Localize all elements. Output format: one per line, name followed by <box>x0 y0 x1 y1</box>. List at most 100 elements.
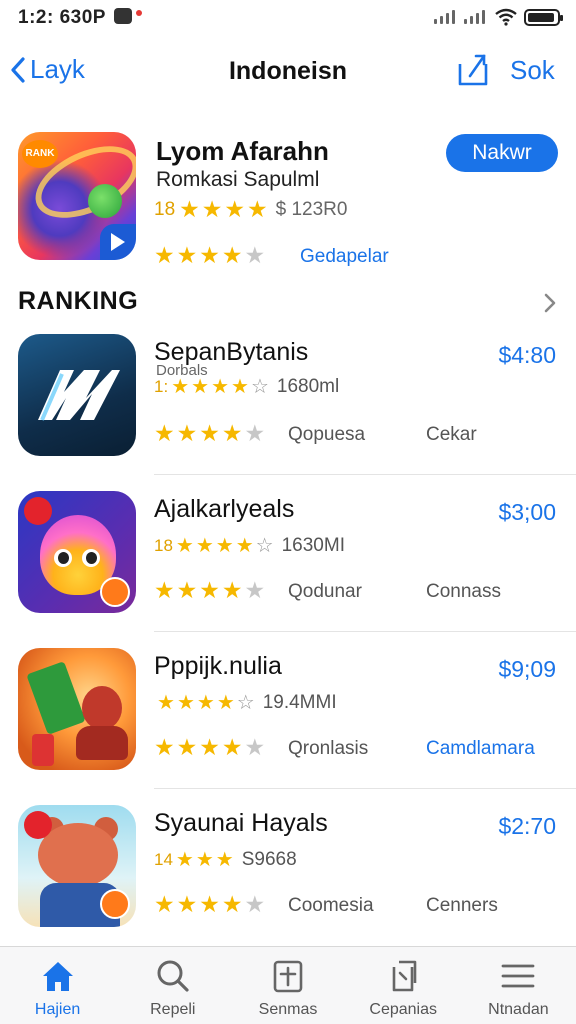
badge-icon <box>24 811 52 839</box>
star-icon: ★ <box>154 577 175 603</box>
app-subcategory[interactable]: Camdlamara <box>426 738 535 760</box>
star-icon: ★ <box>176 577 198 603</box>
battery-icon <box>524 9 563 26</box>
play-icon <box>100 224 136 260</box>
app-meta: ★ ★ ★ ★ ☆ 19.4MMI <box>154 692 337 714</box>
star-icon: ★ <box>221 734 243 760</box>
app-meta: 1: ★ ★ ★ ★ ☆ 1680ml <box>154 376 339 398</box>
list-item[interactable]: SepanBytanis Dorbals 1: ★ ★ ★ ★ ☆ 1680ml ★ ★ ★… <box>0 330 576 487</box>
star-icon: ★ <box>224 196 246 222</box>
app-meta: 18 ★ ★ ★ ★ ☆ 1630MI <box>154 535 345 557</box>
rank-tag-icon: RANK <box>22 140 58 168</box>
app-icon[interactable] <box>18 334 136 456</box>
star-rating: ★ ★ ★ ★ <box>179 198 268 221</box>
star-icon: ★ <box>221 420 243 446</box>
tab-search[interactable]: Repeli <box>115 947 230 1024</box>
app-category[interactable]: Gedapelar <box>300 246 389 268</box>
rating-count: 18 <box>154 198 176 220</box>
app-size: S9668 <box>241 849 297 870</box>
tab-label: Repeli <box>150 1001 196 1018</box>
star-icon: ★ <box>157 692 175 714</box>
star-icon: ★ <box>195 849 214 871</box>
app-name: Lyom Afarahn <box>156 136 329 166</box>
star-icon: ★ <box>175 535 194 557</box>
star-icon: ★ <box>201 196 223 222</box>
star-icon: ★ <box>196 692 215 714</box>
star-half-icon: ☆ <box>236 692 255 714</box>
star-half-icon: ☆ <box>255 535 274 557</box>
app-meta: 18 ★ ★ ★ ★ $ 123R0 <box>154 198 347 221</box>
nav-bar: Layk Indoneisn Sok <box>0 40 576 104</box>
star-icon: ★ <box>175 849 194 871</box>
app-category: Qronlasis <box>288 738 369 759</box>
copy-icon <box>392 960 417 992</box>
wifi-icon <box>495 8 517 26</box>
star-rating: ★ ★ ★ ★ ★ <box>154 736 265 759</box>
character-icon <box>82 686 122 730</box>
badge-icon <box>100 577 130 607</box>
list-item[interactable]: Pppijk.nulia ★ ★ ★ ★ ☆ 19.4MMI ★ ★ ★ ★ ★ Qronlas… <box>0 644 576 801</box>
star-rating: ★ ★ ★ ★ ★ <box>154 422 265 445</box>
app-icon[interactable] <box>18 491 136 613</box>
list-item[interactable]: Syaunai Hayals 14 ★ ★ ★ S9668 ★ ★ ★ ★ ★ Coomes… <box>0 801 576 958</box>
tab-menu[interactable]: Ntnadan <box>461 947 576 1024</box>
price-button[interactable]: $4:80 <box>498 342 556 369</box>
star-icon: ★ <box>199 420 220 446</box>
section-title: RANKING <box>18 287 139 315</box>
price-button[interactable]: $2:70 <box>498 813 556 840</box>
list-item[interactable]: Ajalkarlyeals 18 ★ ★ ★ ★ ☆ 1630MI ★ ★ ★ ★ ★ Qodu… <box>0 487 576 644</box>
alert-dot-icon <box>136 10 142 16</box>
star-icon: ★ <box>215 535 234 557</box>
app-subcategory: Cenners <box>426 895 498 916</box>
star-rating: ★ ★ ★ ★ ★ <box>154 244 265 267</box>
tab-copy[interactable]: Cepanias <box>346 947 461 1024</box>
star-icon: ★ <box>221 242 243 268</box>
spray-can-icon <box>32 734 54 766</box>
menu-icon <box>502 964 535 988</box>
star-icon: ★ <box>199 734 220 760</box>
tab-add[interactable]: Senmas <box>230 947 345 1024</box>
star-icon: ★ <box>154 242 175 268</box>
tab-label: Senmas <box>258 1001 318 1018</box>
star-icon: ★ <box>247 196 268 222</box>
star-icon: ★ <box>176 891 198 917</box>
star-icon: ★ <box>235 535 254 557</box>
star-icon: ★ <box>211 376 229 398</box>
app-size: 1680ml <box>276 376 340 397</box>
status-bar: 1:2: 630P <box>0 0 576 36</box>
home-icon <box>42 962 73 991</box>
app-icon[interactable] <box>18 648 136 770</box>
star-icon: ★ <box>216 692 235 714</box>
star-icon: ★ <box>221 577 243 603</box>
signal-icon <box>434 10 455 24</box>
share-icon[interactable] <box>456 52 490 88</box>
app-name: Pppijk.nulia <box>154 652 282 680</box>
nav-right-button[interactable]: Sok <box>510 55 555 86</box>
app-category: Qodunar <box>288 581 362 602</box>
star-icon: ★ <box>176 242 198 268</box>
tab-bar: Hajien Repeli Senmas Cepanias Ntnadan <box>0 946 576 1024</box>
app-name: Syaunai Hayals <box>154 809 328 837</box>
star-icon: ★ <box>176 692 195 714</box>
price-button[interactable]: $9;09 <box>498 656 556 683</box>
status-time: 1:2: 630P <box>18 7 106 28</box>
tab-label: Cepanias <box>369 1001 438 1018</box>
star-icon: ★ <box>176 734 198 760</box>
star-icon: ★ <box>215 849 234 871</box>
tab-home[interactable]: Hajien <box>0 947 115 1024</box>
get-button[interactable]: Nakwr <box>446 134 558 172</box>
price-button[interactable]: $3;00 <box>498 499 556 526</box>
bear-character-icon <box>38 823 118 887</box>
app-icon[interactable] <box>18 805 136 927</box>
app-icon[interactable]: RANK <box>18 132 136 260</box>
star-icon: ★ <box>199 891 220 917</box>
star-icon: ★ <box>199 577 220 603</box>
chevron-right-icon[interactable] <box>542 292 558 314</box>
app-subtitle: Romkasi Sapulml <box>156 168 320 191</box>
star-icon: ★ <box>154 891 175 917</box>
lightning-logo-icon <box>38 370 120 421</box>
badge-icon <box>24 497 52 525</box>
rating-count: 1: <box>154 377 169 396</box>
star-rating: ★ ★ ★ ★ ★ <box>154 893 265 916</box>
app-category: Coomesia <box>288 895 374 916</box>
